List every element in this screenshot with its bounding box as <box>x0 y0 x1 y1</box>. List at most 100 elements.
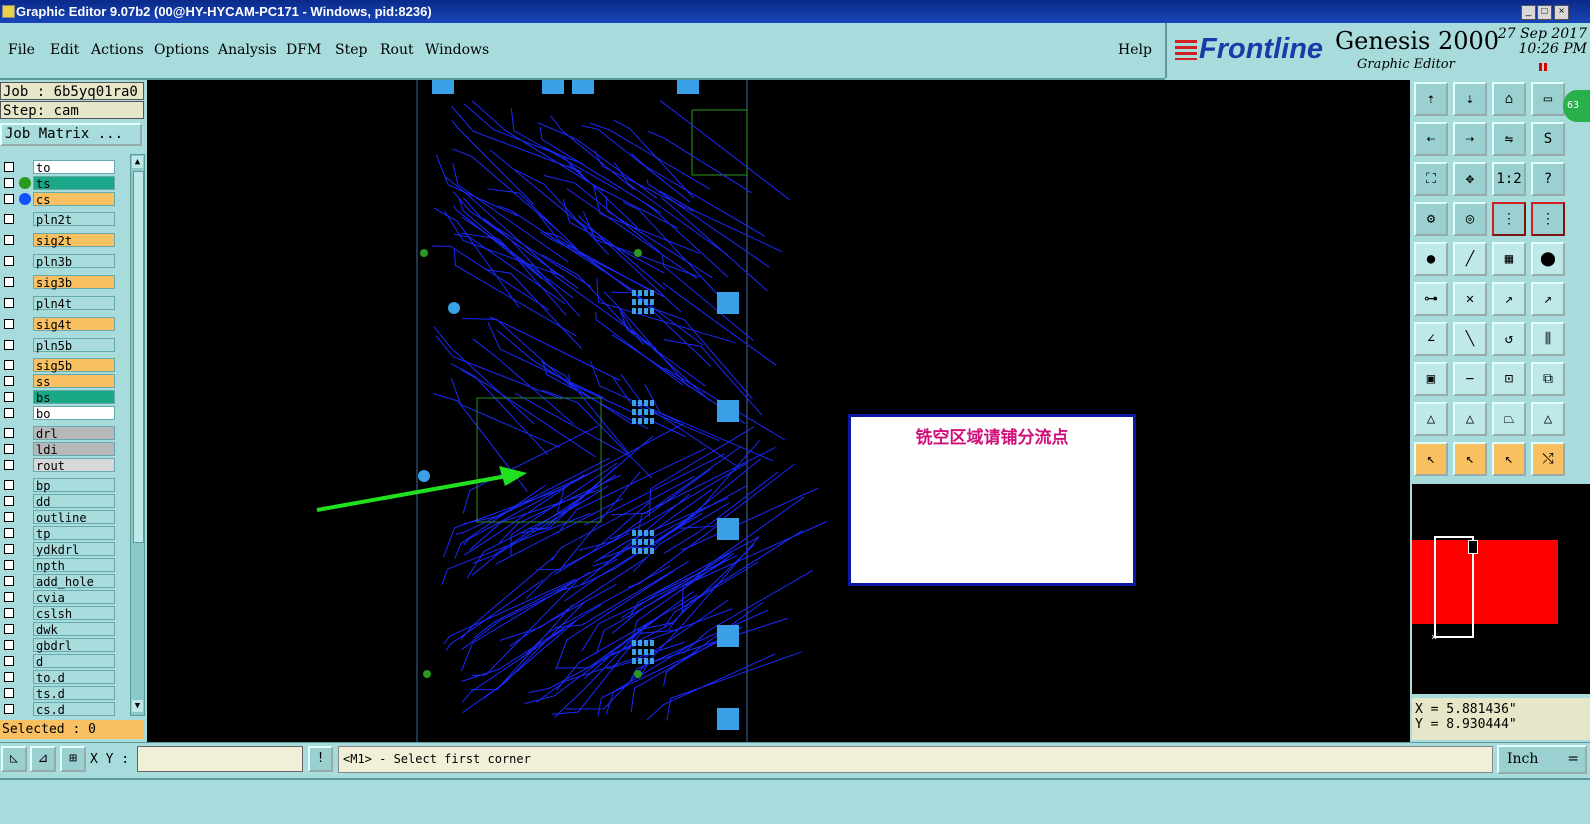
layer-checkbox[interactable] <box>4 340 14 350</box>
layer-row[interactable]: d <box>0 654 118 669</box>
box-icon[interactable]: ⊡ <box>1492 362 1526 396</box>
group-icon[interactable]: ⧉ <box>1531 362 1565 396</box>
layer-scrollbar[interactable]: ▲ ▼ <box>130 154 145 716</box>
layer-checkbox[interactable] <box>4 640 14 650</box>
settings-icon[interactable]: ⚙ <box>1414 202 1448 236</box>
triangle2-icon[interactable]: △ <box>1453 402 1487 436</box>
right-icon[interactable]: ⇢ <box>1453 122 1487 156</box>
layer-row[interactable]: gbdrl <box>0 638 118 653</box>
layer-checkbox[interactable] <box>4 608 14 618</box>
fence-icon[interactable]: ⫼ <box>1531 322 1565 356</box>
layer-row[interactable]: dwk <box>0 622 118 637</box>
layer-checkbox[interactable] <box>4 162 14 172</box>
snap-icon[interactable]: ◺ <box>1 746 27 772</box>
pointer2-icon[interactable]: ↖ <box>1453 442 1487 476</box>
minimize-button[interactable]: _ <box>1521 5 1536 20</box>
pointer-icon[interactable]: ↖ <box>1414 442 1448 476</box>
menu-file[interactable]: File <box>8 42 35 58</box>
layer-row[interactable]: sig4t <box>0 317 118 332</box>
xy-input[interactable] <box>137 746 303 772</box>
layer-row[interactable]: to.d <box>0 670 118 685</box>
layer-checkbox[interactable] <box>4 444 14 454</box>
mirror-icon[interactable]: ⇋ <box>1492 122 1526 156</box>
layer-checkbox[interactable] <box>4 256 14 266</box>
layers-red-icon[interactable]: ⋮ <box>1492 202 1526 236</box>
layer-row[interactable]: cs <box>0 192 118 207</box>
dot-icon[interactable]: ⬤ <box>1531 242 1565 276</box>
undo-arc-icon[interactable]: ↺ <box>1492 322 1526 356</box>
layer-row[interactable]: bo <box>0 406 118 421</box>
layer-checkbox[interactable] <box>4 480 14 490</box>
layer-row[interactable]: drl <box>0 426 118 441</box>
layer-row[interactable]: npth <box>0 558 118 573</box>
layer-checkbox[interactable] <box>4 360 14 370</box>
layer-checkbox[interactable] <box>4 408 14 418</box>
ratio-button[interactable]: 1:2 <box>1492 162 1526 196</box>
menu-analysis[interactable]: Analysis <box>218 42 277 58</box>
unit-selector[interactable]: Inch = <box>1497 745 1587 774</box>
layer-row[interactable]: bs <box>0 390 118 405</box>
layer-row[interactable]: ts <box>0 176 118 191</box>
grid-icon[interactable]: ⊞ <box>60 746 86 772</box>
scroll-down-icon[interactable]: ▼ <box>132 700 143 712</box>
home-icon[interactable]: ⌂ <box>1492 82 1526 116</box>
layer-row[interactable]: ldi <box>0 442 118 457</box>
scroll-up-icon[interactable]: ▲ <box>132 156 143 168</box>
layer-checkbox[interactable] <box>4 592 14 602</box>
maximize-button[interactable]: □ <box>1537 5 1552 20</box>
measure-icon[interactable]: ⊿ <box>30 746 56 772</box>
layer-row[interactable]: to <box>0 160 118 175</box>
layer-checkbox[interactable] <box>4 560 14 570</box>
down-icon[interactable]: ⇣ <box>1453 82 1487 116</box>
layer-row[interactable]: ss <box>0 374 118 389</box>
pad-icon[interactable]: ● <box>1414 242 1448 276</box>
layer-row[interactable]: pln3b <box>0 254 118 269</box>
layer-checkbox[interactable] <box>4 277 14 287</box>
layer-row[interactable]: dd <box>0 494 118 509</box>
pointer3-icon[interactable]: ↖ <box>1492 442 1526 476</box>
layer-row[interactable]: bp <box>0 478 118 493</box>
layer-row[interactable]: pln5b <box>0 338 118 353</box>
layer-checkbox[interactable] <box>4 496 14 506</box>
layer-checkbox[interactable] <box>4 512 14 522</box>
menu-dfm[interactable]: DFM <box>286 42 321 58</box>
layer-checkbox[interactable] <box>4 688 14 698</box>
layer-checkbox[interactable] <box>4 392 14 402</box>
layer-row[interactable]: ydkdrl <box>0 542 118 557</box>
layer-checkbox[interactable] <box>4 544 14 554</box>
layer-row[interactable]: cs.d <box>0 702 118 717</box>
overview-preview[interactable]: × <box>1412 484 1590 694</box>
layer-row[interactable]: sig3b <box>0 275 118 290</box>
layer-checkbox[interactable] <box>4 624 14 634</box>
menu-help[interactable]: Help <box>1118 42 1152 58</box>
layer-checkbox[interactable] <box>4 298 14 308</box>
layer-checkbox[interactable] <box>4 235 14 245</box>
target-icon[interactable]: ◎ <box>1453 202 1487 236</box>
info-icon[interactable]: ! <box>308 746 333 772</box>
scroll-thumb[interactable] <box>133 171 144 543</box>
layer-row[interactable]: sig5b <box>0 358 118 373</box>
layer-checkbox[interactable] <box>4 319 14 329</box>
layer-row[interactable]: rout <box>0 458 118 473</box>
menu-rout[interactable]: Rout <box>380 42 414 58</box>
triangle3-icon[interactable]: ⏢ <box>1492 402 1526 436</box>
angle-icon[interactable]: ∠ <box>1414 322 1448 356</box>
layer-row[interactable]: pln4t <box>0 296 118 311</box>
menu-options[interactable]: Options <box>154 42 209 58</box>
layer-checkbox[interactable] <box>4 656 14 666</box>
layer-checkbox[interactable] <box>4 528 14 538</box>
layer-checkbox[interactable] <box>4 376 14 386</box>
connect-icon[interactable]: ⊶ <box>1414 282 1448 316</box>
close-button[interactable]: × <box>1554 5 1569 20</box>
layer-checkbox[interactable] <box>4 194 14 204</box>
layer-checkbox[interactable] <box>4 428 14 438</box>
line-icon[interactable]: ╱ <box>1453 242 1487 276</box>
fit-icon[interactable]: ⛶ <box>1414 162 1448 196</box>
triangle-icon[interactable]: △ <box>1414 402 1448 436</box>
route-icon[interactable]: ⤭ <box>1531 442 1565 476</box>
triangle4-icon[interactable]: △ <box>1531 402 1565 436</box>
layers-blue-icon[interactable]: ⋮ <box>1531 202 1565 236</box>
layer-checkbox[interactable] <box>4 460 14 470</box>
layer-checkbox[interactable] <box>4 214 14 224</box>
menu-actions[interactable]: Actions <box>91 42 144 58</box>
